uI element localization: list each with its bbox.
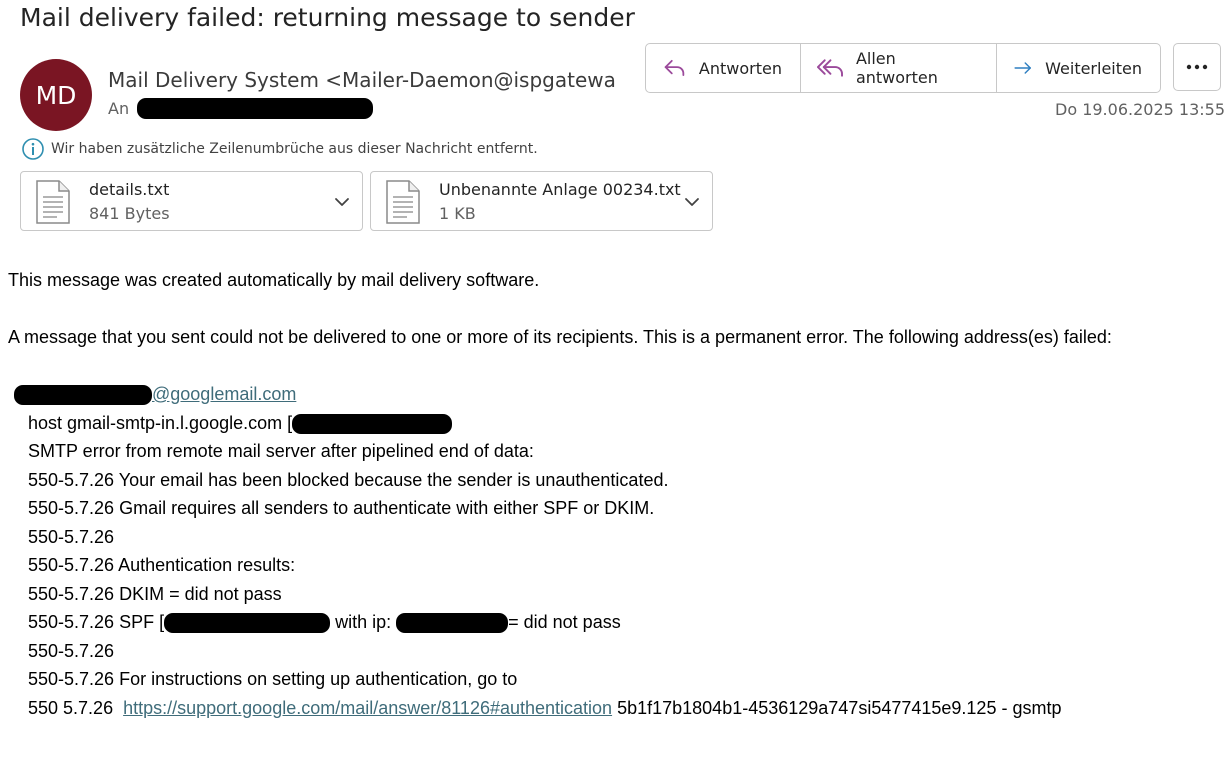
attachment-name: details.txt: [89, 180, 170, 199]
forward-arrow-icon: [1014, 62, 1031, 74]
redacted-spf-domain: [164, 613, 331, 634]
attachment-name: Unbenannte Anlage 00234.txt: [439, 180, 681, 199]
chevron-down-icon[interactable]: [334, 194, 350, 210]
forward-button[interactable]: Weiterleiten: [997, 44, 1160, 92]
spf-ip-text: with ip:: [330, 612, 397, 632]
host-text: host gmail-smtp-in.l.google.com [: [28, 412, 293, 433]
reply-button[interactable]: Antworten: [646, 44, 801, 92]
failed-recipient-line: @googlemail.com: [8, 380, 1213, 409]
smtp-line: 550-5.7.26 Gmail requires all senders to…: [28, 498, 655, 518]
more-actions-button[interactable]: [1173, 43, 1221, 91]
spf-result-text: = did not pass: [508, 612, 621, 632]
text-file-icon: [386, 180, 420, 224]
smtp-error-line: SMTP error from remote mail server after…: [28, 441, 534, 461]
spf-text: 550-5.7.26 SPF [: [28, 612, 165, 632]
email-subject: Mail delivery failed: returning message …: [20, 3, 635, 32]
smtp-line: 550-5.7.26 For instructions on setting u…: [28, 669, 518, 689]
text-file-icon: [36, 180, 70, 224]
chevron-down-icon[interactable]: [684, 194, 700, 210]
message-body: This message was created automatically b…: [8, 266, 1213, 722]
host-line: host gmail-smtp-in.l.google.com [: [28, 409, 1213, 438]
attachment-card[interactable]: Unbenannte Anlage 00234.txt 1 KB: [370, 171, 713, 231]
smtp-line: 550-5.7.26: [28, 526, 115, 547]
reply-all-label: Allen antworten: [855, 49, 938, 87]
smtp-line: 550-5.7.26 DKIM = did not pass: [28, 583, 282, 604]
forward-label: Weiterleiten: [1045, 58, 1142, 78]
info-notice: Wir haben zusätzliche Zeilenumbrüche aus…: [21, 137, 538, 161]
body-failed-notice: A message that you sent could not be del…: [8, 327, 1112, 347]
attachment-size: 1 KB: [439, 204, 476, 223]
reply-label: Antworten: [698, 58, 782, 78]
reply-all-icon: [817, 59, 843, 77]
body-intro: This message was created automatically b…: [8, 270, 540, 290]
recipient-label: An: [108, 99, 130, 118]
message-actions: Antworten Allen antworten Weiterleiten: [645, 43, 1161, 93]
smtp-details: host gmail-smtp-in.l.google.com [ SMTP e…: [8, 409, 1213, 723]
smtp-spf-line: 550-5.7.26 SPF [ with ip: = did not pass: [28, 608, 1213, 637]
reply-all-button[interactable]: Allen antworten: [801, 44, 997, 92]
redacted-spf-ip: [396, 613, 509, 634]
smtp-code-text: 550 5.7.26: [28, 697, 124, 718]
smtp-id-text: 5b1f17b1804b1-4536129a747si5477415e9.125…: [612, 697, 1062, 718]
smtp-line: 550-5.7.26 Authentication results:: [28, 555, 296, 575]
redacted-recipient: [137, 98, 373, 119]
smtp-link-line: 550 5.7.26 https://support.google.com/ma…: [28, 694, 1213, 723]
info-text: Wir haben zusätzliche Zeilenumbrüche aus…: [51, 141, 538, 157]
redacted-ip: [292, 413, 453, 434]
google-auth-help-link[interactable]: https://support.google.com/mail/answer/8…: [123, 698, 612, 718]
redacted-address: [14, 385, 152, 406]
sender-name[interactable]: Mail Delivery System <Mailer-Daemon@ispg…: [108, 68, 616, 92]
reply-icon: [664, 59, 685, 77]
smtp-line: 550-5.7.26: [28, 640, 115, 661]
info-icon: [22, 138, 44, 160]
recipient-domain-link[interactable]: @googlemail.com: [152, 384, 296, 404]
more-dots-icon: [1186, 64, 1208, 70]
attachment-card[interactable]: details.txt 841 Bytes: [20, 171, 363, 231]
received-date: Do 19.06.2025 13:55: [1055, 100, 1225, 119]
attachment-size: 841 Bytes: [89, 204, 170, 223]
smtp-line: 550-5.7.26 Your email has been blocked b…: [28, 469, 669, 490]
sender-avatar[interactable]: MD: [20, 59, 92, 131]
